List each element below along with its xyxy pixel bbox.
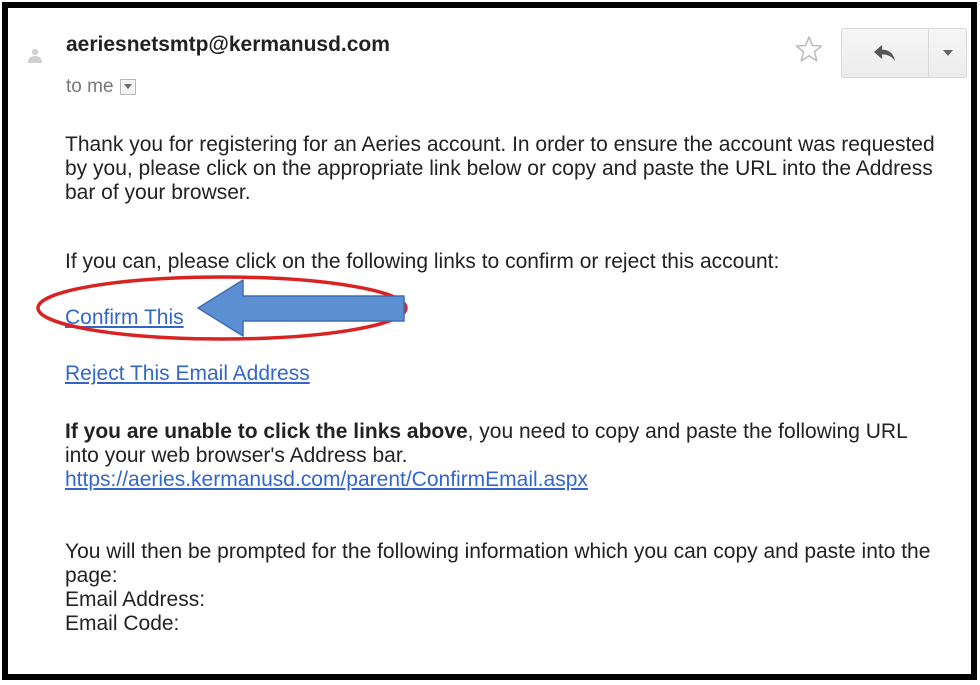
confirm-link[interactable]: Confirm This — [65, 306, 184, 329]
fallback-bold-text: If you are unable to click the links abo… — [65, 420, 468, 443]
reply-button[interactable] — [841, 28, 929, 78]
recipient-details-button[interactable] — [119, 79, 136, 95]
reply-icon — [874, 45, 895, 61]
more-actions-button[interactable] — [929, 28, 967, 78]
message-actions — [841, 28, 967, 78]
sender-address: aeriesnetsmtp@kermanusd.com — [66, 33, 390, 56]
star-icon[interactable] — [794, 34, 824, 64]
email-address-label: Email Address: — [65, 588, 206, 611]
prompt-text: You will then be prompted for the follow… — [65, 540, 931, 587]
reject-link[interactable]: Reject This Email Address — [65, 362, 310, 385]
recipient-label: to me — [66, 76, 114, 97]
prompt-paragraph: You will then be prompted for the follow… — [65, 540, 945, 636]
reject-line: Reject This Email Address — [65, 362, 945, 386]
chevron-down-icon — [942, 50, 953, 56]
email-view: aeriesnetsmtp@kermanusd.com to me Thank … — [2, 2, 977, 680]
email-code-label: Email Code: — [65, 612, 180, 635]
avatar-icon — [26, 46, 44, 64]
recipient-line: to me — [66, 76, 136, 98]
intro-paragraph: Thank you for registering for an Aeries … — [65, 133, 935, 204]
chevron-down-icon — [123, 84, 132, 89]
confirm-url-link[interactable]: https://aeries.kermanusd.com/parent/Conf… — [65, 468, 588, 491]
instruction-paragraph: If you can, please click on the followin… — [65, 250, 780, 273]
fallback-paragraph: If you are unable to click the links abo… — [65, 420, 945, 492]
confirm-line: Confirm This — [65, 306, 945, 330]
